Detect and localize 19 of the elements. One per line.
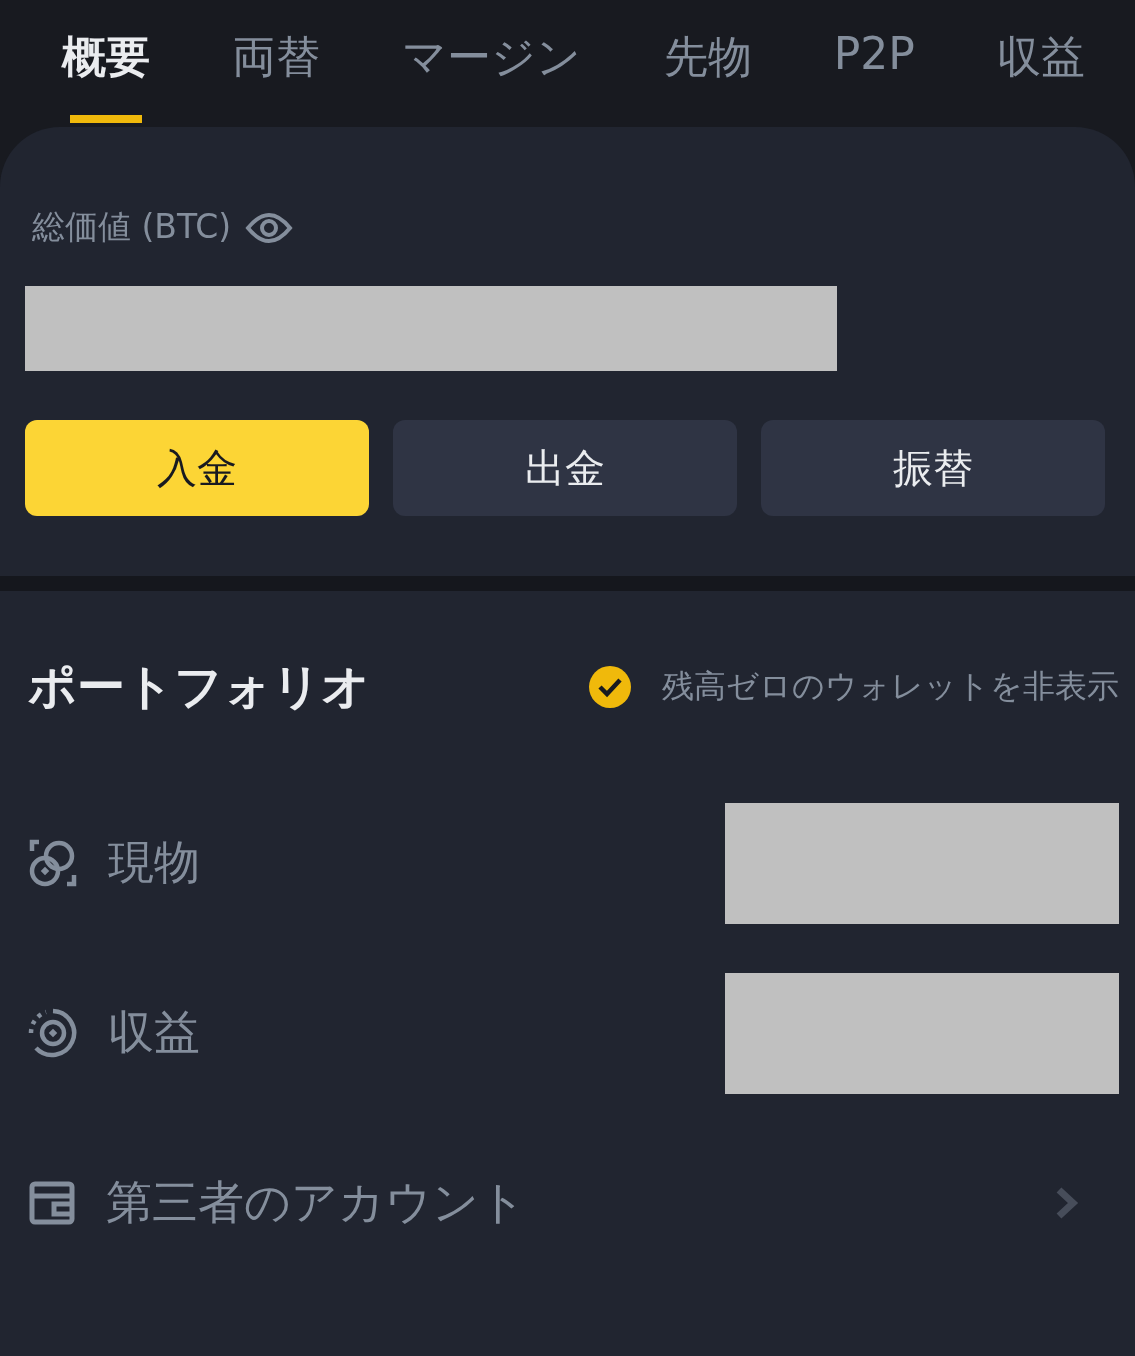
wallet-icon bbox=[28, 1180, 76, 1226]
total-value-label: 総価値 (BTC) bbox=[32, 206, 232, 248]
tab[interactable]: P2P bbox=[833, 0, 915, 127]
coins-icon bbox=[28, 838, 78, 888]
wallet-row-label: 第三者のアカウント bbox=[106, 1174, 527, 1231]
tab[interactable]: マージン bbox=[402, 0, 582, 127]
target-icon bbox=[28, 1008, 78, 1058]
wallet-row-label: 収益 bbox=[108, 1004, 201, 1061]
tab[interactable]: 収益 bbox=[997, 0, 1085, 127]
hide-zero-label: 残高ゼロのウォレットを非表示 bbox=[662, 666, 1119, 707]
wallet-row-label: 現物 bbox=[108, 834, 201, 891]
action-button[interactable]: 振替 bbox=[761, 420, 1105, 516]
tab[interactable]: 両替 bbox=[232, 0, 321, 127]
tab[interactable]: 概要 bbox=[62, 0, 150, 127]
checkbox[interactable] bbox=[588, 665, 632, 709]
tab[interactable]: 先物 bbox=[663, 0, 752, 127]
action-button[interactable]: 出金 bbox=[393, 420, 737, 516]
action-button[interactable]: 入金 bbox=[25, 420, 369, 516]
portfolio-title: ポートフォリオ bbox=[28, 657, 370, 716]
